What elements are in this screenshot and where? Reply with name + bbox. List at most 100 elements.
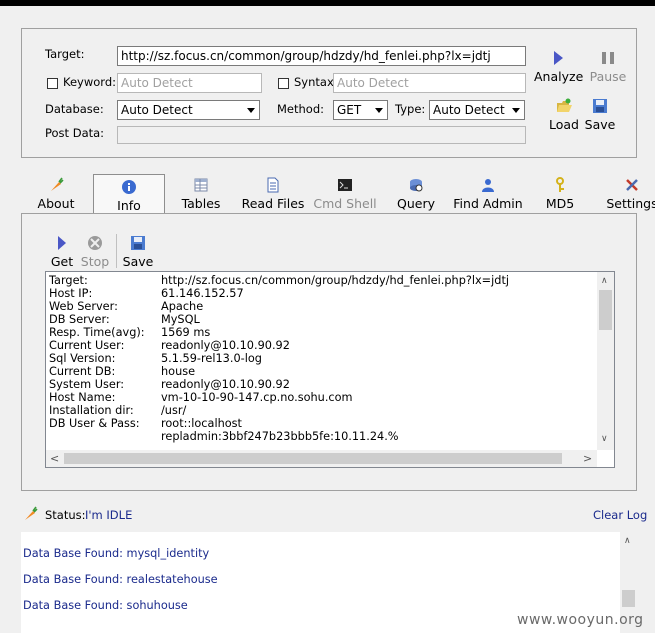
info-key: DB Server: bbox=[49, 313, 110, 326]
info-row: Resp. Time(avg): 1569 ms bbox=[49, 326, 210, 339]
log-line: Data Base Found: sohuhouse bbox=[23, 599, 188, 612]
tab-md5[interactable]: MD5 bbox=[540, 177, 580, 211]
database-label: Database: bbox=[45, 102, 104, 116]
stop-icon bbox=[86, 234, 104, 252]
info-key: Installation dir: bbox=[49, 404, 134, 417]
users-icon bbox=[480, 177, 496, 193]
info-value: readonly@10.10.90.92 bbox=[161, 339, 290, 352]
tab-read-files[interactable]: Read Files bbox=[239, 177, 307, 211]
postdata-input[interactable] bbox=[117, 126, 526, 144]
floppy-disk-icon bbox=[129, 234, 147, 252]
scrollbar-thumb[interactable] bbox=[64, 453, 562, 464]
scroll-up-icon[interactable]: ∧ bbox=[624, 536, 631, 546]
keyword-label: Keyword: bbox=[63, 75, 116, 89]
key-icon bbox=[552, 177, 568, 193]
info-row: DB User & Pass: root::localhost bbox=[49, 417, 242, 430]
syntax-label: Syntax: bbox=[294, 75, 338, 89]
tab-tables[interactable]: Tables bbox=[177, 177, 225, 211]
type-select-value: Auto Detect bbox=[433, 103, 505, 117]
status-label: Status: bbox=[45, 508, 86, 522]
window-top-edge bbox=[0, 0, 655, 6]
scroll-right-icon[interactable]: > bbox=[583, 452, 592, 465]
scroll-up-icon[interactable]: ∧ bbox=[601, 276, 608, 286]
analyze-button[interactable]: Analyze bbox=[534, 49, 583, 84]
load-label: Load bbox=[549, 117, 579, 132]
get-button[interactable]: Get bbox=[50, 234, 74, 269]
load-button[interactable]: Load bbox=[544, 97, 584, 132]
floppy-disk-icon bbox=[591, 97, 609, 115]
tab-find-admin-label: Find Admin bbox=[453, 196, 523, 211]
method-label: Method: bbox=[277, 102, 325, 116]
clear-log-link[interactable]: Clear Log bbox=[593, 508, 647, 522]
scrollbar-thumb[interactable] bbox=[599, 290, 612, 330]
save-button[interactable]: Save bbox=[582, 97, 618, 132]
target-label: Target: bbox=[45, 47, 85, 61]
tab-about-label: About bbox=[37, 196, 75, 211]
info-value: Apache bbox=[161, 300, 204, 313]
info-row: Current User: readonly@10.10.90.92 bbox=[49, 339, 290, 352]
syntax-input[interactable]: Auto Detect bbox=[333, 73, 526, 93]
postdata-label: Post Data: bbox=[45, 126, 105, 140]
type-select[interactable]: Auto Detect bbox=[429, 100, 525, 120]
info-row: Web Server: Apache bbox=[49, 300, 203, 313]
carrot-icon bbox=[48, 177, 64, 193]
tab-cmd-shell-label: Cmd Shell bbox=[313, 196, 377, 211]
scrollbar-thumb[interactable] bbox=[622, 590, 635, 607]
tools-icon bbox=[624, 177, 640, 193]
info-row: Host Name: vm-10-10-90-147.cp.no.sohu.com bbox=[49, 391, 353, 404]
database-select[interactable]: Auto Detect bbox=[117, 100, 260, 120]
play-icon bbox=[53, 234, 71, 252]
info-key: Host Name: bbox=[49, 391, 116, 404]
info-key: Current DB: bbox=[49, 365, 116, 378]
query-icon bbox=[408, 177, 424, 193]
tab-cmd-shell[interactable]: Cmd Shell bbox=[311, 177, 379, 211]
info-save-button[interactable]: Save bbox=[122, 234, 154, 269]
pause-button[interactable]: Pause bbox=[585, 49, 631, 84]
chevron-down-icon bbox=[247, 108, 255, 113]
tab-settings-label: Settings bbox=[606, 196, 655, 211]
target-input[interactable]: http://sz.focus.cn/common/group/hdzdy/hd… bbox=[117, 46, 526, 66]
info-key: Host IP: bbox=[49, 287, 93, 300]
keyword-checkbox[interactable] bbox=[47, 78, 58, 89]
tab-find-admin[interactable]: Find Admin bbox=[453, 177, 523, 211]
vertical-scrollbar[interactable]: ∧ ∨ bbox=[597, 272, 614, 450]
info-row: Target: http://sz.focus.cn/common/group/h… bbox=[49, 274, 509, 287]
log-line: Data Base Found: realestatehouse bbox=[23, 573, 218, 586]
info-value: MySQL bbox=[161, 313, 200, 326]
chevron-down-icon bbox=[375, 108, 383, 113]
log-line: Data Base Found: mysql_identity bbox=[23, 547, 210, 560]
info-key: Resp. Time(avg): bbox=[49, 326, 145, 339]
syntax-checkbox[interactable] bbox=[278, 78, 289, 89]
info-panel: Get Stop Save Target: http://sz.focus.cn/… bbox=[21, 213, 637, 491]
info-row: DB Server: MySQL bbox=[49, 313, 200, 326]
scroll-down-icon[interactable]: ∨ bbox=[601, 434, 608, 444]
info-key: System User: bbox=[49, 378, 125, 391]
info-output-box[interactable]: Target: http://sz.focus.cn/common/group/h… bbox=[45, 271, 615, 468]
horizontal-scrollbar[interactable]: < > bbox=[46, 450, 597, 467]
tab-query[interactable]: Query bbox=[394, 177, 438, 211]
play-icon bbox=[549, 49, 567, 67]
stop-label: Stop bbox=[80, 254, 110, 269]
scroll-left-icon[interactable]: < bbox=[50, 452, 59, 465]
watermark: www.wooyun.org bbox=[517, 612, 644, 628]
tab-tables-label: Tables bbox=[181, 196, 221, 211]
info-row: Host IP: 61.146.152.57 bbox=[49, 287, 244, 300]
info-row: Sql Version: 5.1.59-rel13.0-log bbox=[49, 352, 262, 365]
document-icon bbox=[265, 177, 281, 193]
info-value: readonly@10.10.90.92 bbox=[161, 378, 290, 391]
method-select[interactable]: GET bbox=[333, 100, 388, 120]
info-value: root::localhost bbox=[161, 417, 242, 430]
keyword-input[interactable]: Auto Detect bbox=[117, 73, 262, 93]
pause-icon bbox=[599, 49, 617, 67]
tab-about[interactable]: About bbox=[34, 177, 78, 211]
stop-button[interactable]: Stop bbox=[80, 234, 110, 269]
info-save-label: Save bbox=[122, 254, 154, 269]
table-icon bbox=[193, 177, 209, 193]
chevron-down-icon bbox=[512, 108, 520, 113]
info-value: 61.146.152.57 bbox=[161, 287, 244, 300]
tab-settings[interactable]: Settings bbox=[606, 177, 655, 211]
get-label: Get bbox=[50, 254, 74, 269]
info-value: /usr/ bbox=[161, 404, 187, 417]
info-value: repladmin:3bbf247b23bbb5fe:10.11.24.% bbox=[161, 430, 399, 443]
tab-info[interactable]: Info bbox=[93, 174, 165, 214]
